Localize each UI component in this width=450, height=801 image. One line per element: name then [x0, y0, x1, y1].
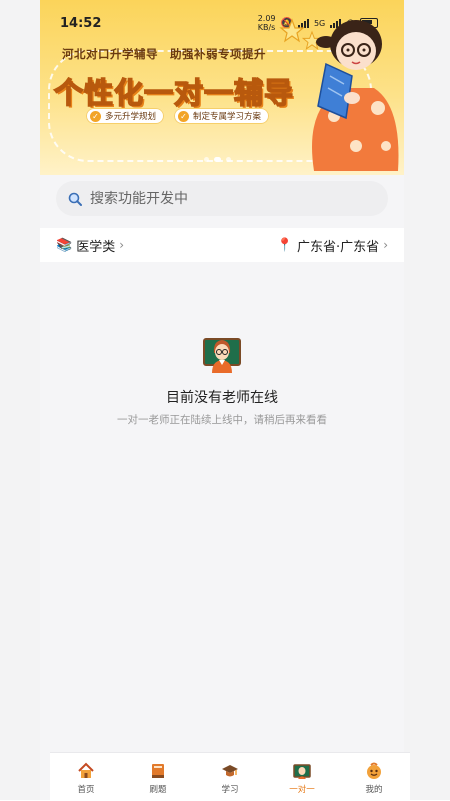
teacher-icon — [203, 338, 241, 373]
phone-screen: 14:52 2.09 KB/s 🔕 5G ◠ 河北对口升学辅导 助强补弱专项提升… — [40, 0, 404, 800]
tab-one-on-one[interactable]: 一对一 — [272, 753, 332, 795]
book-icon — [152, 764, 164, 778]
check-icon: ✓ — [90, 110, 101, 122]
tab-mine[interactable]: 我的 — [344, 753, 404, 795]
filter-row: 📚 医学类 › 📍 广东省·广东省 › — [40, 228, 404, 262]
profile-icon — [367, 762, 381, 779]
search-input[interactable] — [88, 189, 362, 208]
tab-label: 学习 — [221, 785, 239, 795]
carousel-dot[interactable] — [226, 157, 231, 162]
empty-state-title: 目前没有老师在线 — [166, 390, 278, 406]
tab-label: 我的 — [365, 785, 383, 795]
status-time: 14:52 — [60, 16, 102, 31]
tab-home[interactable]: 首页 — [56, 753, 116, 795]
girl-reading-illustration — [279, 18, 399, 171]
banner-tag: ✓ 多元升学规划 — [86, 108, 165, 124]
left-backdrop — [0, 0, 40, 800]
category-label: 医学类 — [76, 239, 116, 255]
banner-tags: ✓ 多元升学规划 ✓ 制定专属学习方案 — [86, 108, 270, 124]
chevron-right-icon: › — [383, 238, 388, 252]
banner-title: 个性化一对一辅导 — [53, 75, 295, 111]
promo-banner[interactable]: 14:52 2.09 KB/s 🔕 5G ◠ 河北对口升学辅导 助强补弱专项提升… — [40, 0, 404, 175]
one-on-one-icon — [293, 764, 311, 779]
tab-study[interactable]: 学习 — [200, 753, 260, 795]
category-selector[interactable]: 📚 医学类 › — [56, 236, 124, 255]
location-label: 广东省·广东省 — [297, 239, 380, 255]
books-icon: 📚 — [56, 237, 73, 253]
banner-subtitle: 河北对口升学辅导 助强补弱专项提升 — [62, 47, 266, 61]
banner-tag: ✓ 制定专属学习方案 — [174, 108, 270, 124]
carousel-dot-active[interactable] — [214, 157, 221, 162]
tab-label: 刷题 — [149, 785, 167, 795]
search-icon — [68, 192, 82, 206]
check-icon: ✓ — [178, 110, 190, 122]
search-bar[interactable] — [56, 181, 388, 216]
chevron-right-icon: › — [119, 238, 125, 252]
location-selector[interactable]: 📍 广东省·广东省 › — [277, 236, 388, 255]
net-speed: 2.09 KB/s — [257, 14, 276, 32]
location-pin-icon: 📍 — [276, 237, 294, 253]
tab-label: 首页 — [77, 785, 95, 795]
carousel-indicator[interactable] — [204, 157, 231, 162]
bottom-tab-bar: 首页 刷题 学习 一对一 我的 — [50, 752, 410, 801]
carousel-dot[interactable] — [204, 157, 209, 162]
empty-state-description: 一对一老师正在陆续上线中，请稍后再来看看 — [117, 414, 327, 426]
home-icon — [78, 762, 94, 778]
tab-practice[interactable]: 刷题 — [128, 753, 188, 795]
graduation-cap-icon — [222, 765, 238, 777]
right-backdrop — [404, 0, 450, 800]
tab-label: 一对一 — [289, 785, 315, 795]
